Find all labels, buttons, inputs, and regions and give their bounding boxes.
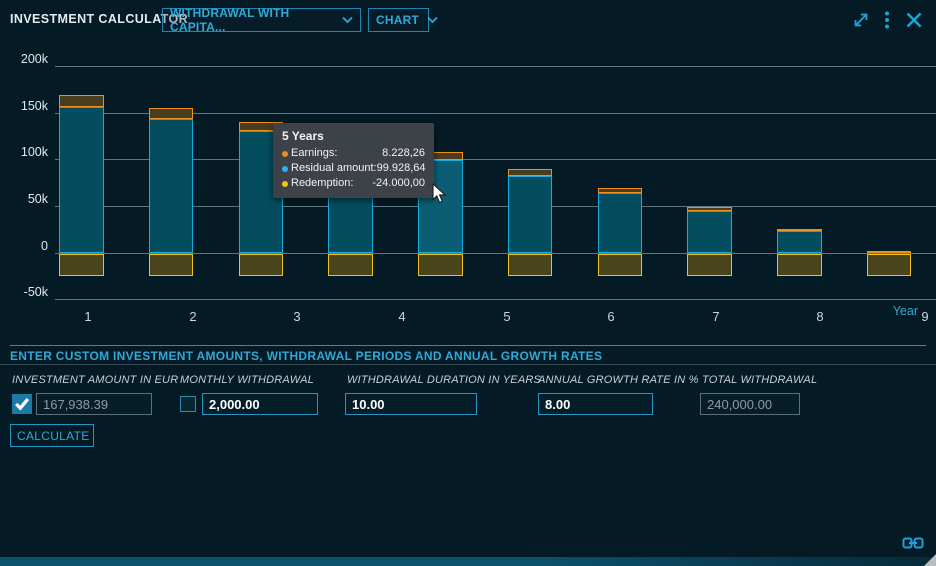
x-axis-tick-label: 1 — [73, 309, 103, 324]
bar-year10-redemption-segment[interactable] — [867, 254, 912, 276]
y-axis-tick-label: 150k — [2, 99, 48, 113]
redemption-bullet-icon — [282, 181, 288, 187]
monthly-withdrawal-checkbox[interactable] — [180, 396, 196, 412]
bar-year10-earnings-segment[interactable] — [867, 251, 912, 254]
view-dropdown-value: CHART — [376, 13, 419, 27]
bar-year8-residual-segment[interactable] — [687, 211, 732, 253]
section-divider — [10, 345, 926, 346]
investment-amount-label: INVESTMENT AMOUNT IN EUR — [12, 374, 178, 386]
residual-bullet-icon — [282, 166, 288, 172]
bar-chart: 200k150k100k50k0-50k123456789 — [0, 36, 936, 345]
y-axis-tick-label: -50k — [2, 285, 48, 299]
investment-amount-checkbox[interactable] — [12, 394, 32, 414]
total-withdrawal-input — [700, 393, 800, 415]
y-axis-tick-label: 100k — [2, 145, 48, 159]
withdrawal-duration-input[interactable] — [345, 393, 477, 415]
resize-grip[interactable] — [924, 554, 936, 566]
bar-year7-earnings-segment[interactable] — [598, 188, 643, 193]
bar-year8-redemption-segment[interactable] — [687, 254, 732, 276]
bar-year6-redemption-segment[interactable] — [508, 254, 553, 276]
x-axis-tick-label: 8 — [805, 309, 835, 324]
expand-icon[interactable] — [850, 9, 872, 31]
monthly-withdrawal-input[interactable] — [202, 393, 318, 415]
annual-growth-rate-input[interactable] — [538, 393, 653, 415]
heading-underline — [0, 364, 936, 365]
tooltip-value: -24.000,00 — [372, 176, 425, 191]
bar-year2-residual-segment[interactable] — [149, 119, 194, 253]
bar-year5-redemption-segment[interactable] — [418, 254, 463, 276]
earnings-bullet-icon — [282, 151, 288, 157]
section-heading: ENTER CUSTOM INVESTMENT AMOUNTS, WITHDRA… — [10, 349, 602, 363]
tooltip-value: 8.228,26 — [382, 146, 425, 161]
bar-year1-redemption-segment[interactable] — [59, 254, 104, 276]
monthly-withdrawal-label: MONTHLY WITHDRAWAL — [180, 374, 314, 386]
investment-calculator-widget: INVESTMENT CALCULATOR WITHDRAWAL WITH CA… — [0, 0, 936, 566]
bar-year9-earnings-segment[interactable] — [777, 229, 822, 232]
chevron-down-icon — [342, 16, 353, 24]
tooltip-row-residual: Residual amount: 99.928,64 — [282, 161, 425, 176]
tooltip-row-redemption: Redemption: -24.000,00 — [282, 176, 425, 191]
tooltip-row-earnings: Earnings: 8.228,26 — [282, 146, 425, 161]
y-axis-tick-label: 200k — [2, 52, 48, 66]
bar-year1-residual-segment[interactable] — [59, 107, 104, 253]
bar-year9-residual-segment[interactable] — [777, 231, 822, 253]
close-icon[interactable] — [903, 9, 925, 31]
bar-year2-redemption-segment[interactable] — [149, 254, 194, 276]
bar-year7-redemption-segment[interactable] — [598, 254, 643, 276]
bar-year1-earnings-segment[interactable] — [59, 95, 104, 107]
tooltip-label: Redemption: — [291, 176, 353, 191]
tooltip-label: Residual amount: — [291, 161, 377, 176]
gridline — [55, 299, 936, 300]
x-axis-tick-label: 4 — [387, 309, 417, 324]
window-bottom-edge — [0, 557, 936, 566]
bar-year8-earnings-segment[interactable] — [687, 207, 732, 211]
chart-tooltip: 5 Years Earnings: 8.228,26 Residual amou… — [273, 123, 434, 198]
total-withdrawal-label: TOTAL WITHDRAWAL — [702, 374, 817, 386]
bar-year2-earnings-segment[interactable] — [149, 108, 194, 119]
x-axis-tick-label: 7 — [701, 309, 731, 324]
tooltip-label: Earnings: — [291, 146, 337, 161]
checkmark-icon — [12, 394, 32, 414]
bar-year3-redemption-segment[interactable] — [239, 254, 284, 276]
x-axis-tick-label: 2 — [178, 309, 208, 324]
x-axis-tick-label: 5 — [492, 309, 522, 324]
x-axis-tick-label: 3 — [282, 309, 312, 324]
bar-year7-residual-segment[interactable] — [598, 193, 643, 253]
withdrawal-duration-label: WITHDRAWAL DURATION IN YEARS — [347, 374, 541, 386]
x-axis-tick-label: 6 — [596, 309, 626, 324]
calculation-type-dropdown[interactable]: WITHDRAWAL WITH CAPITA... — [162, 8, 361, 32]
chevron-down-icon — [427, 16, 438, 24]
kebab-menu-icon[interactable] — [879, 9, 895, 31]
link-icon[interactable] — [902, 536, 924, 555]
calculation-type-dropdown-value: WITHDRAWAL WITH CAPITA... — [170, 6, 334, 34]
investment-amount-input — [36, 393, 152, 415]
x-axis-title: Year — [876, 304, 918, 318]
bar-year4-redemption-segment[interactable] — [328, 254, 373, 276]
view-dropdown[interactable]: CHART — [368, 8, 429, 32]
tooltip-value: 99.928,64 — [377, 161, 426, 176]
bar-year6-residual-segment[interactable] — [508, 176, 553, 253]
bar-year6-earnings-segment[interactable] — [508, 169, 553, 176]
gridline — [55, 66, 936, 67]
calculate-button[interactable]: CALCULATE — [10, 424, 94, 447]
y-axis-tick-label: 50k — [2, 192, 48, 206]
bar-year9-redemption-segment[interactable] — [777, 254, 822, 276]
y-axis-tick-label: 0 — [2, 239, 48, 253]
tooltip-title: 5 Years — [282, 129, 425, 143]
annual-growth-rate-label: ANNUAL GROWTH RATE IN % — [538, 374, 699, 386]
